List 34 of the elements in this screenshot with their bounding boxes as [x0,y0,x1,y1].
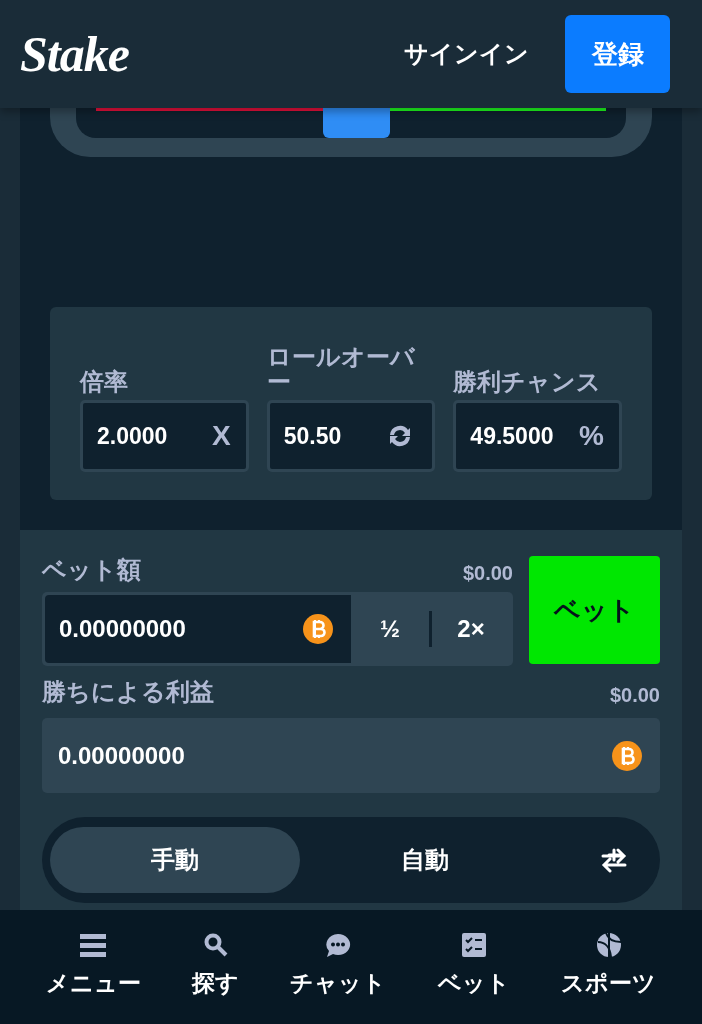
usd-value: $0.00 [462,561,513,586]
logo[interactable]: Stake [20,16,129,92]
field-label: 倍率 [80,368,129,394]
menu-icon [80,933,107,957]
slider-handle[interactable] [323,108,391,138]
ball-icon [595,932,622,958]
nav-item[interactable]: スポーツ [557,930,661,1010]
sign-in-link[interactable]: サインイン [392,28,541,80]
nav-item[interactable]: ベット [433,930,514,1010]
unit-label: X [212,419,231,453]
search-icon [203,933,228,957]
bet-amount-field[interactable]: 0.00000000 [45,595,351,663]
nav-item[interactable]: 探す [188,930,244,1010]
mode-tab[interactable]: 自動 [300,827,550,893]
checklist-icon [461,933,486,957]
chat-icon [325,933,352,957]
bet-button[interactable]: ベット [529,556,660,664]
field-label: ロールオーバー [266,343,416,394]
bet-amount-label: ベット額 [42,555,141,585]
number-field[interactable]: 50.50 [266,400,436,472]
half-button[interactable]: ½ [351,595,429,663]
swap-icon[interactable] [600,847,628,873]
mode-tab[interactable]: 手動 [50,827,300,893]
double-button[interactable]: 2× [432,595,510,663]
bitcoin-icon [303,614,333,644]
profit-field[interactable]: 0.00000000 [42,718,660,793]
nav-item[interactable]: チャット [286,930,391,1010]
usd-value: $0.00 [609,683,660,708]
field-label: 勝利チャンス [453,368,603,394]
bitcoin-icon [612,740,642,771]
nav-item[interactable]: メニュー [41,930,145,1010]
register-button[interactable]: 登録 [565,15,670,93]
unit-label: % [579,419,604,453]
profit-label: 勝ちによる利益 [42,677,214,707]
